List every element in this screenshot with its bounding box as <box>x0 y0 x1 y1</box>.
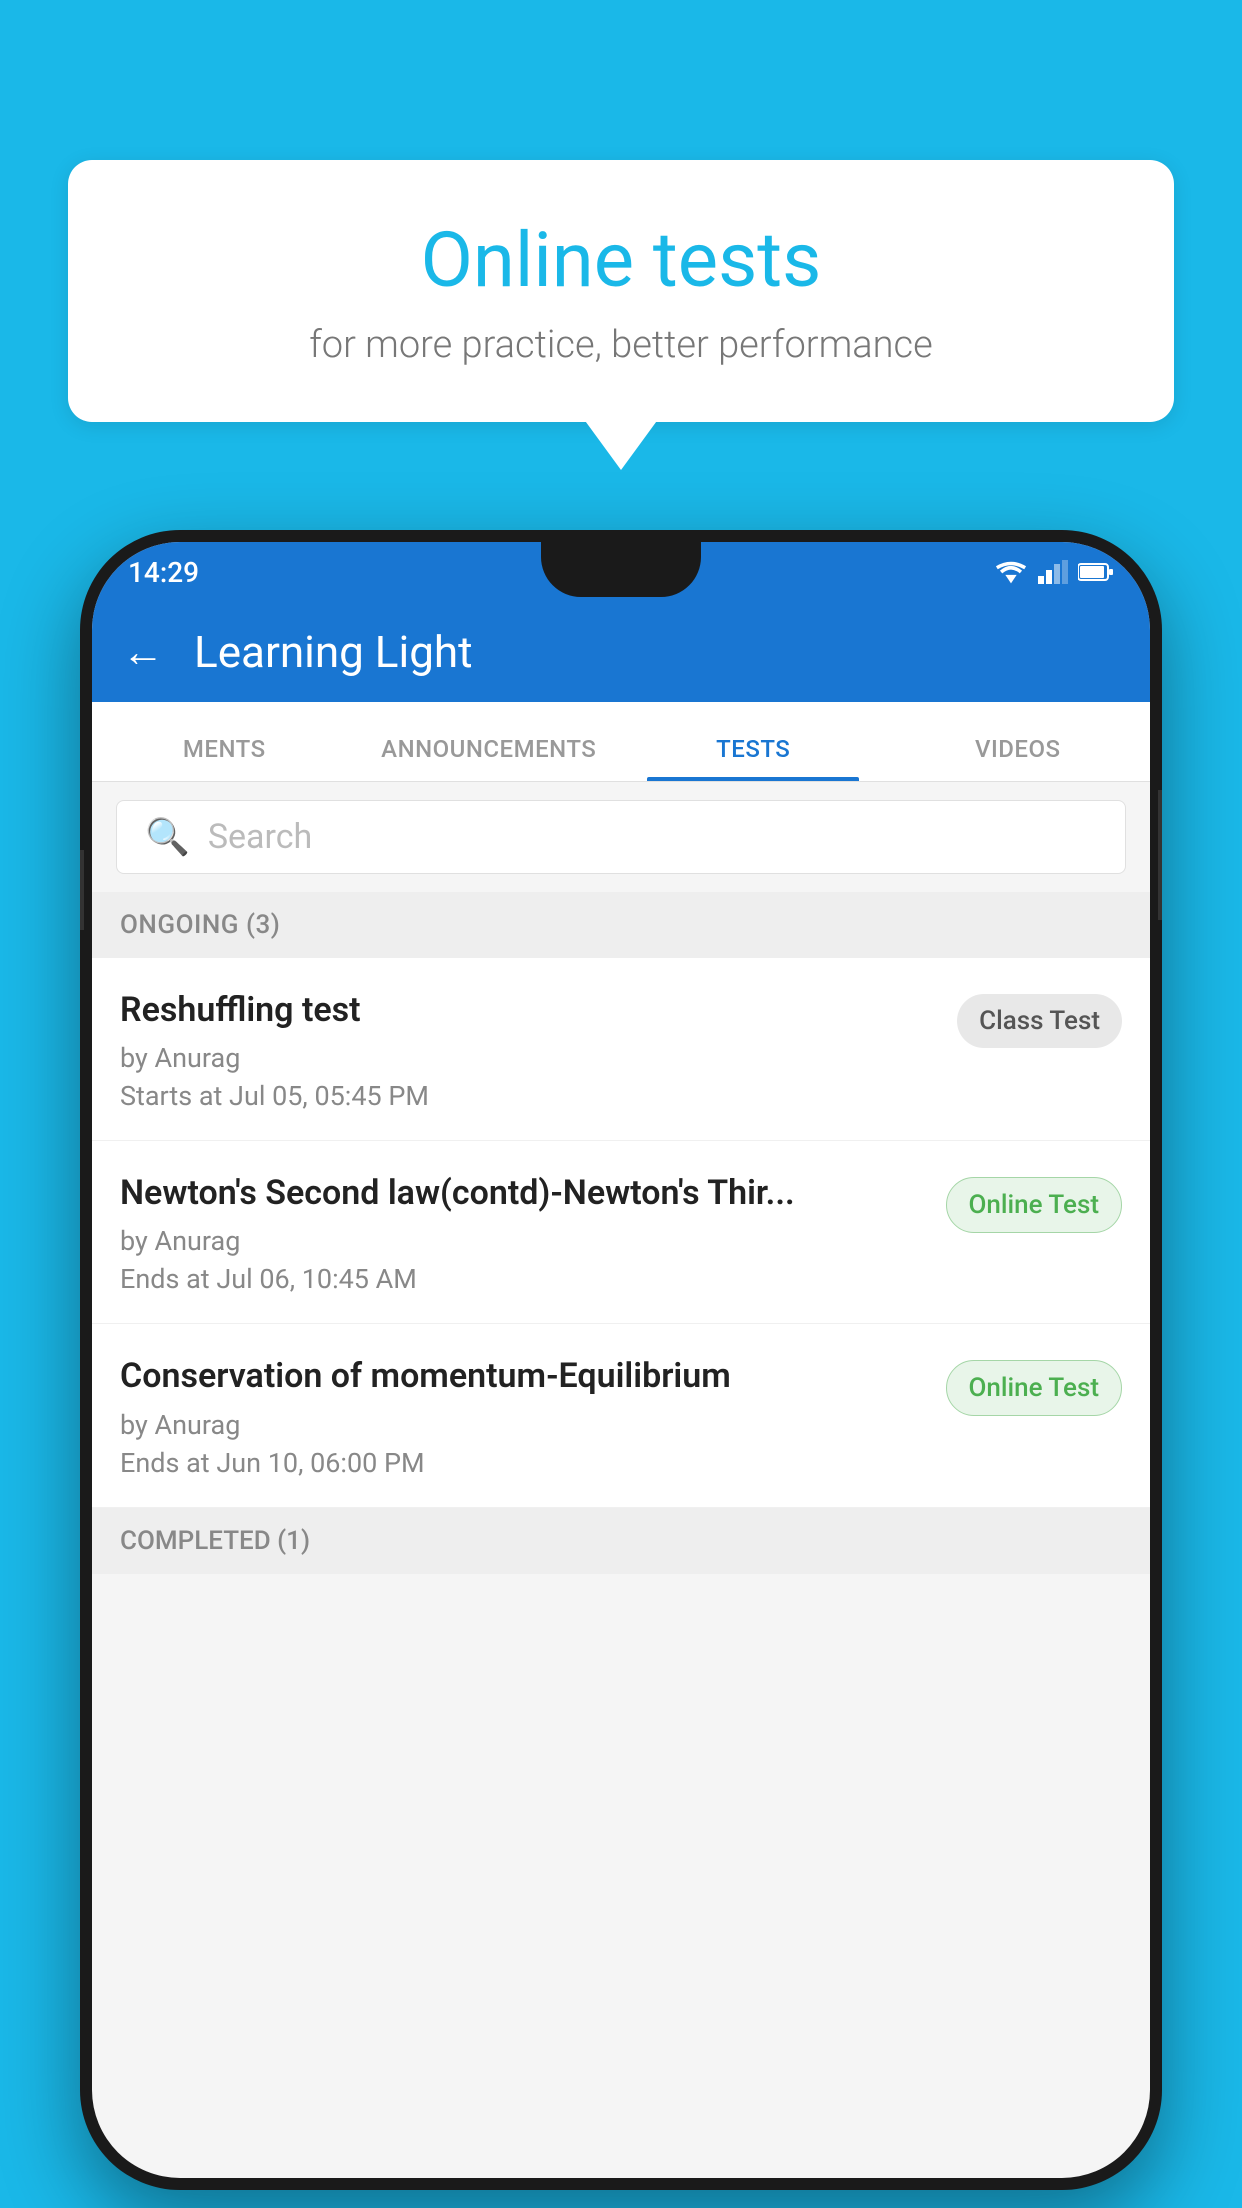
test-title-2: Newton's Second law(contd)-Newton's Thir… <box>120 1171 926 1215</box>
test-author-3: by Anurag <box>120 1409 926 1441</box>
test-info-3: Conservation of momentum-Equilibrium by … <box>120 1354 946 1478</box>
test-badge-1: Class Test <box>957 994 1122 1048</box>
status-time: 14:29 <box>128 556 199 589</box>
tab-announcements[interactable]: ANNOUNCEMENTS <box>357 735 622 781</box>
test-badge-3: Online Test <box>946 1360 1123 1416</box>
back-button[interactable]: ← <box>122 628 164 677</box>
tab-tests[interactable]: TESTS <box>621 735 886 781</box>
tab-videos[interactable]: VIDEOS <box>886 735 1151 781</box>
search-bar[interactable]: 🔍 Search <box>116 800 1126 874</box>
test-date-2: Ends at Jul 06, 10:45 AM <box>120 1263 926 1295</box>
test-date-1: Starts at Jul 05, 05:45 PM <box>120 1080 937 1112</box>
completed-label: COMPLETED (1) <box>120 1526 310 1556</box>
completed-section-header: COMPLETED (1) <box>92 1508 1150 1574</box>
test-info-2: Newton's Second law(contd)-Newton's Thir… <box>120 1171 946 1295</box>
notch <box>541 542 701 597</box>
test-info-1: Reshuffling test by Anurag Starts at Jul… <box>120 988 957 1112</box>
test-item-1[interactable]: Reshuffling test by Anurag Starts at Jul… <box>92 958 1150 1141</box>
speech-bubble-title: Online tests <box>128 215 1114 305</box>
wifi-icon <box>994 560 1028 584</box>
status-icons <box>994 560 1114 584</box>
speech-bubble: Online tests for more practice, better p… <box>68 160 1174 422</box>
test-title-3: Conservation of momentum-Equilibrium <box>120 1354 926 1398</box>
app-bar-title: Learning Light <box>194 626 473 678</box>
test-author-2: by Anurag <box>120 1225 926 1257</box>
phone-side-right <box>1158 790 1162 920</box>
tabs-container: MENTS ANNOUNCEMENTS TESTS VIDEOS <box>92 702 1150 782</box>
tests-list: Reshuffling test by Anurag Starts at Jul… <box>92 958 1150 1508</box>
test-item-3[interactable]: Conservation of momentum-Equilibrium by … <box>92 1324 1150 1507</box>
signal-icon <box>1038 560 1068 584</box>
speech-bubble-subtitle: for more practice, better performance <box>128 323 1114 367</box>
app-bar: ← Learning Light <box>92 602 1150 702</box>
test-badge-2: Online Test <box>946 1177 1123 1233</box>
ongoing-label: ONGOING (3) <box>120 910 280 940</box>
test-author-1: by Anurag <box>120 1042 937 1074</box>
speech-bubble-container: Online tests for more practice, better p… <box>68 160 1174 422</box>
search-input[interactable]: Search <box>208 817 312 857</box>
test-item-2[interactable]: Newton's Second law(contd)-Newton's Thir… <box>92 1141 1150 1324</box>
tab-ments[interactable]: MENTS <box>92 735 357 781</box>
battery-icon <box>1078 562 1114 582</box>
test-date-3: Ends at Jun 10, 06:00 PM <box>120 1447 926 1479</box>
phone-frame: 14:29 <box>80 530 1162 2190</box>
phone-side-left <box>80 850 84 930</box>
search-icon: 🔍 <box>145 816 190 858</box>
test-title-1: Reshuffling test <box>120 988 937 1032</box>
phone-screen: 14:29 <box>92 542 1150 2178</box>
ongoing-section-header: ONGOING (3) <box>92 892 1150 958</box>
search-container: 🔍 Search <box>92 782 1150 892</box>
status-bar: 14:29 <box>92 542 1150 602</box>
